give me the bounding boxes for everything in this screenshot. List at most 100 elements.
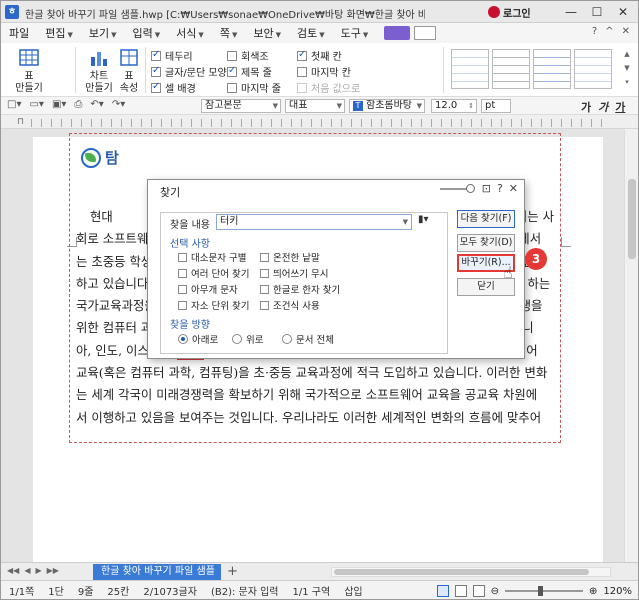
close-doc-icon[interactable]: ✕: [622, 26, 630, 37]
check-grayscale[interactable]: 회색조: [227, 48, 269, 63]
opt-wildcard-label: 아무개 문자: [191, 285, 238, 296]
unit-select[interactable]: pt: [481, 99, 511, 113]
dialog-pin-icon[interactable]: ⊡: [482, 182, 491, 195]
menu-insert[interactable]: 입력 ▼: [133, 25, 161, 41]
last-tab-icon[interactable]: ▶▶: [47, 566, 59, 575]
italic-button[interactable]: 가: [598, 99, 608, 115]
scroll-thumb[interactable]: [334, 569, 589, 575]
find-options-button[interactable]: ▮▾: [418, 214, 440, 230]
window-controls: — ☐ ✕: [558, 3, 636, 21]
redo-icon[interactable]: ↷▾: [112, 99, 125, 110]
opt-condition[interactable]: 조건식 사용: [260, 298, 320, 312]
chevron-down-icon: ▼: [336, 102, 342, 110]
dir-up-label: 위로: [246, 335, 264, 346]
opt-wildcard[interactable]: 아무개 문자: [178, 282, 238, 296]
menu-review[interactable]: 검토 ▼: [297, 25, 325, 41]
login-button[interactable]: 로그인: [488, 5, 531, 20]
ruler[interactable]: ⊓: [1, 115, 638, 129]
open-folder-icon[interactable]: ▭▾: [29, 99, 43, 110]
make-table-button[interactable]: 표 만들기: [9, 47, 49, 95]
collapse-ribbon-icon[interactable]: ^: [605, 26, 613, 37]
table-style-swatch[interactable]: [574, 49, 612, 89]
vertical-scrollbar[interactable]: [624, 129, 638, 569]
opt-jaso[interactable]: 자소 단위 찾기: [178, 298, 249, 312]
dialog-close-icon[interactable]: ✕: [509, 182, 518, 195]
close-window-button[interactable]: ✕: [610, 3, 636, 21]
table-style-swatch[interactable]: [451, 49, 489, 89]
menu-edit[interactable]: 편집 ▼: [45, 25, 73, 41]
menu-file[interactable]: 파일: [9, 25, 29, 41]
find-all-button[interactable]: 모두 찾기(D): [457, 234, 515, 252]
check-title-row[interactable]: 제목 줄: [227, 64, 272, 79]
gallery-scroll[interactable]: ▲ ▼ ▾: [622, 47, 632, 91]
web-view-icon[interactable]: [454, 585, 467, 597]
print-icon[interactable]: ⎙: [74, 99, 82, 110]
menu-edit-label: 편집: [45, 27, 66, 40]
scroll-thumb[interactable]: [628, 179, 636, 259]
page-view-icon[interactable]: [436, 585, 449, 597]
zoom-level[interactable]: 120%: [603, 586, 632, 597]
find-input[interactable]: 터키 ▼: [216, 214, 412, 230]
opt-ignore-space[interactable]: 띄어쓰기 무시: [260, 266, 328, 280]
underline-button[interactable]: 가: [615, 99, 625, 115]
save-icon[interactable]: ▣▾: [52, 99, 66, 110]
new-doc-icon[interactable]: □▾: [7, 99, 21, 110]
checkbox: [260, 300, 269, 310]
font-size-input[interactable]: 12.0 ⇕: [431, 99, 477, 113]
table-properties-button[interactable]: 표 속성: [109, 47, 149, 95]
check-char-para[interactable]: 글자/문단 모양: [151, 64, 227, 79]
checkbox: [178, 252, 187, 262]
radio: [232, 334, 242, 344]
zoom-in-icon[interactable]: ⊕: [589, 586, 597, 597]
tab-stop-icon[interactable]: ⊓: [17, 117, 27, 127]
status-column: 1단: [48, 587, 64, 598]
maximize-button[interactable]: ☐: [584, 3, 610, 21]
dir-up[interactable]: 위로: [232, 332, 263, 346]
menu-view[interactable]: 보기 ▼: [89, 25, 117, 41]
opt-whole-word[interactable]: 온전한 낱말: [260, 250, 320, 264]
status-insert[interactable]: 삽입: [344, 583, 362, 598]
menu-page[interactable]: 쪽 ▼: [220, 25, 238, 41]
next-tab-icon[interactable]: ▶: [35, 566, 41, 575]
table-style-swatch[interactable]: [492, 49, 530, 89]
opt-multi-word[interactable]: 여러 단어 찾기: [178, 266, 249, 280]
section-heading: 탐: [105, 149, 119, 167]
prev-tab-icon[interactable]: ◀: [24, 566, 30, 575]
check-last-row[interactable]: 마지막 줄: [227, 80, 281, 95]
hand-cursor-icon: ☝: [503, 263, 513, 282]
table-style-swatch[interactable]: [533, 49, 571, 89]
first-tab-icon[interactable]: ◀◀: [7, 566, 19, 575]
opt-hangul-hanja[interactable]: 한글로 한자 찾기: [260, 282, 340, 296]
opacity-slider[interactable]: [466, 184, 475, 193]
active-doc-tab[interactable]: 한글 찾아 바꾸기 파일 샘플: [93, 564, 221, 580]
menu-format[interactable]: 서식 ▼: [176, 25, 204, 41]
full-view-icon[interactable]: [472, 585, 485, 597]
font-select[interactable]: T 함초롬바탕 ▼: [349, 99, 425, 113]
dir-all[interactable]: 문서 전체: [282, 332, 334, 346]
check-border[interactable]: 테두리: [151, 48, 193, 63]
menu-tools[interactable]: 도구 ▼: [341, 25, 369, 41]
horizontal-scrollbar[interactable]: [331, 567, 611, 577]
table-design-tab[interactable]: [384, 26, 411, 40]
find-next-button[interactable]: 다음 찾기(F): [457, 210, 515, 228]
zoom-slider[interactable]: [505, 586, 584, 596]
language-select[interactable]: 대표 ▼: [285, 99, 345, 113]
dir-down[interactable]: 아래로: [178, 332, 218, 346]
bold-button[interactable]: 가: [581, 99, 591, 115]
table-layout-tab[interactable]: [414, 26, 437, 40]
doc-text: 는 세계 각국이 미래경쟁력을 확보하기 위해 국가적으로 소프트웨어 교육을 …: [76, 387, 538, 403]
zoom-out-icon[interactable]: ⊖: [491, 586, 499, 597]
check-cell-bg[interactable]: 셀 배경: [151, 80, 196, 95]
reset-default-button[interactable]: 처음 값으로: [297, 80, 360, 95]
style-select[interactable]: 참고본문 ▼: [201, 99, 281, 113]
add-tab-button[interactable]: +: [227, 564, 238, 579]
minimize-button[interactable]: —: [558, 3, 584, 21]
check-first-col[interactable]: 첫째 칸: [297, 48, 342, 63]
zoom-knob[interactable]: [538, 586, 544, 596]
menu-security[interactable]: 보안 ▼: [253, 25, 281, 41]
help-icon[interactable]: ?: [592, 26, 597, 37]
undo-icon[interactable]: ↶▾: [90, 99, 103, 110]
dialog-help-icon[interactable]: ?: [497, 182, 503, 195]
opt-match-case[interactable]: 대소문자 구별: [178, 250, 246, 264]
check-last-col[interactable]: 마지막 칸: [297, 64, 351, 79]
